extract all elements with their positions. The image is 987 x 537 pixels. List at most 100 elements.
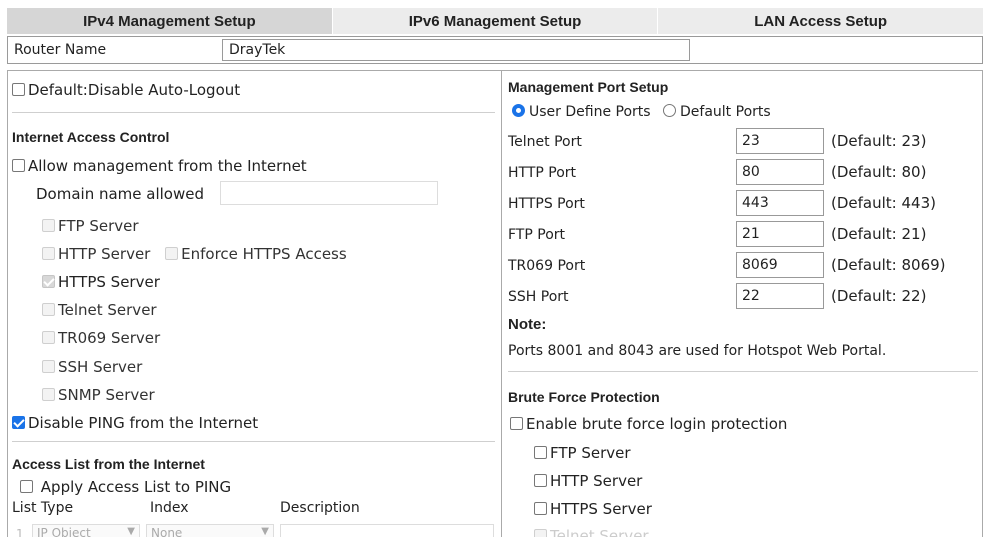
allow-management-label: Allow management from the Internet: [28, 157, 307, 175]
row-number: 1: [16, 527, 24, 537]
bf-telnet-checkbox[interactable]: [534, 529, 547, 537]
bf-http-label: HTTP Server: [550, 472, 643, 490]
https-port-default: (Default: 443): [831, 194, 936, 212]
https-server-option[interactable]: HTTPS Server: [42, 273, 160, 291]
ssh-port-input[interactable]: [736, 283, 824, 309]
bf-http-checkbox[interactable]: [534, 474, 547, 487]
enable-brute-force-label: Enable brute force login protection: [526, 415, 788, 433]
tr069-port-label: TR069 Port: [508, 258, 586, 274]
tab-ipv4-management-setup[interactable]: IPv4 Management Setup: [7, 8, 332, 34]
tr069-server-option[interactable]: TR069 Server: [42, 329, 160, 347]
divider: [12, 112, 495, 113]
left-panel: Default:Disable Auto-Logout Internet Acc…: [7, 70, 502, 537]
tr069-server-label: TR069 Server: [58, 329, 161, 347]
snmp-server-option[interactable]: SNMP Server: [42, 386, 155, 404]
allow-management-option[interactable]: Allow management from the Internet: [12, 157, 307, 175]
tab-bar: IPv4 Management Setup IPv6 Management Se…: [7, 8, 984, 34]
list-type-select[interactable]: IP Object ▼: [32, 524, 140, 537]
https-port-input[interactable]: [736, 190, 824, 216]
tab-lan-access-setup[interactable]: LAN Access Setup: [657, 8, 984, 34]
router-name-label: Router Name: [14, 42, 107, 58]
col-description: Description: [280, 500, 360, 516]
snmp-server-checkbox[interactable]: [42, 388, 55, 401]
router-name-input[interactable]: [222, 39, 690, 61]
divider: [508, 371, 978, 372]
telnet-server-option[interactable]: Telnet Server: [42, 301, 157, 319]
apply-access-list-checkbox[interactable]: [20, 480, 33, 493]
snmp-server-label: SNMP Server: [58, 386, 155, 404]
https-server-label: HTTPS Server: [58, 273, 160, 291]
default-ports-radio[interactable]: [663, 104, 677, 117]
auto-logout-checkbox[interactable]: [12, 83, 25, 96]
ftp-server-option[interactable]: FTP Server: [42, 217, 139, 235]
auto-logout-option[interactable]: Default:Disable Auto-Logout: [12, 81, 240, 99]
access-list-header: Access List from the Internet: [12, 456, 205, 472]
ssh-server-option[interactable]: SSH Server: [42, 358, 142, 376]
bf-https-option[interactable]: HTTPS Server: [534, 500, 652, 518]
col-index: Index: [150, 500, 189, 516]
https-server-checkbox[interactable]: [42, 275, 55, 288]
tab-ipv6-management-setup[interactable]: IPv6 Management Setup: [331, 8, 658, 34]
chevron-down-icon: ▼: [127, 526, 135, 537]
bf-http-option[interactable]: HTTP Server: [534, 472, 642, 490]
user-define-ports-label: User Define Ports: [529, 104, 651, 120]
note-title: Note:: [508, 316, 547, 333]
enable-brute-force-option[interactable]: Enable brute force login protection: [510, 415, 787, 433]
ssh-server-label: SSH Server: [58, 358, 143, 376]
brute-force-header: Brute Force Protection: [508, 389, 660, 405]
telnet-port-label: Telnet Port: [508, 134, 582, 150]
telnet-server-checkbox[interactable]: [42, 303, 55, 316]
enable-brute-force-checkbox[interactable]: [510, 417, 523, 430]
telnet-port-input[interactable]: [736, 128, 824, 154]
router-name-row: Router Name: [7, 36, 983, 64]
enforce-https-checkbox[interactable]: [165, 247, 179, 260]
ftp-server-label: FTP Server: [58, 217, 139, 235]
description-input[interactable]: [280, 524, 494, 537]
chevron-down-icon: ▼: [261, 526, 269, 537]
auto-logout-label: Default:Disable Auto-Logout: [28, 81, 241, 99]
ftp-port-label: FTP Port: [508, 227, 566, 243]
apply-access-list-option[interactable]: Apply Access List to PING: [20, 478, 231, 496]
ssh-port-default: (Default: 22): [831, 287, 927, 305]
http-server-label: HTTP Server: [58, 245, 151, 263]
col-list-type: List Type: [12, 500, 74, 516]
http-server-option[interactable]: HTTP Server Enforce HTTPS Access: [42, 245, 347, 263]
right-panel: Management Port Setup User Define Ports …: [502, 70, 983, 537]
telnet-port-default: (Default: 23): [831, 132, 927, 150]
tr069-server-checkbox[interactable]: [42, 331, 55, 344]
http-port-label: HTTP Port: [508, 165, 577, 181]
disable-ping-checkbox[interactable]: [12, 416, 25, 429]
domain-name-label: Domain name allowed: [36, 185, 205, 203]
http-server-checkbox[interactable]: [42, 247, 55, 260]
divider: [12, 441, 495, 442]
domain-name-input[interactable]: [220, 181, 438, 205]
bf-https-label: HTTPS Server: [550, 500, 652, 518]
bf-ftp-option[interactable]: FTP Server: [534, 444, 631, 462]
disable-ping-option[interactable]: Disable PING from the Internet: [12, 414, 258, 432]
note-text: Ports 8001 and 8043 are used for Hotspot…: [508, 343, 887, 359]
bf-telnet-option[interactable]: Telnet Server: [534, 527, 649, 537]
apply-access-list-label: Apply Access List to PING: [40, 478, 232, 496]
bf-https-checkbox[interactable]: [534, 502, 547, 515]
https-port-label: HTTPS Port: [508, 196, 585, 212]
ftp-server-checkbox[interactable]: [42, 219, 55, 232]
tr069-port-input[interactable]: [736, 252, 824, 278]
ssh-server-checkbox[interactable]: [42, 360, 55, 373]
allow-management-checkbox[interactable]: [12, 159, 25, 172]
telnet-server-label: Telnet Server: [58, 301, 157, 319]
ftp-port-input[interactable]: [736, 221, 824, 247]
management-port-header: Management Port Setup: [508, 79, 669, 95]
enforce-https-label: Enforce HTTPS Access: [181, 245, 347, 263]
bf-ftp-checkbox[interactable]: [534, 446, 547, 459]
http-port-default: (Default: 80): [831, 163, 927, 181]
default-ports-label: Default Ports: [680, 104, 771, 120]
http-port-input[interactable]: [736, 159, 824, 185]
tr069-port-default: (Default: 8069): [831, 256, 946, 274]
ftp-port-default: (Default: 21): [831, 225, 927, 243]
user-define-ports-radio[interactable]: [512, 104, 525, 117]
index-select[interactable]: None ▼: [146, 524, 274, 537]
port-mode-radios: User Define Ports Default Ports: [512, 104, 771, 120]
bf-ftp-label: FTP Server: [550, 444, 631, 462]
internet-access-control-header: Internet Access Control: [12, 129, 170, 145]
disable-ping-label: Disable PING from the Internet: [28, 414, 259, 432]
